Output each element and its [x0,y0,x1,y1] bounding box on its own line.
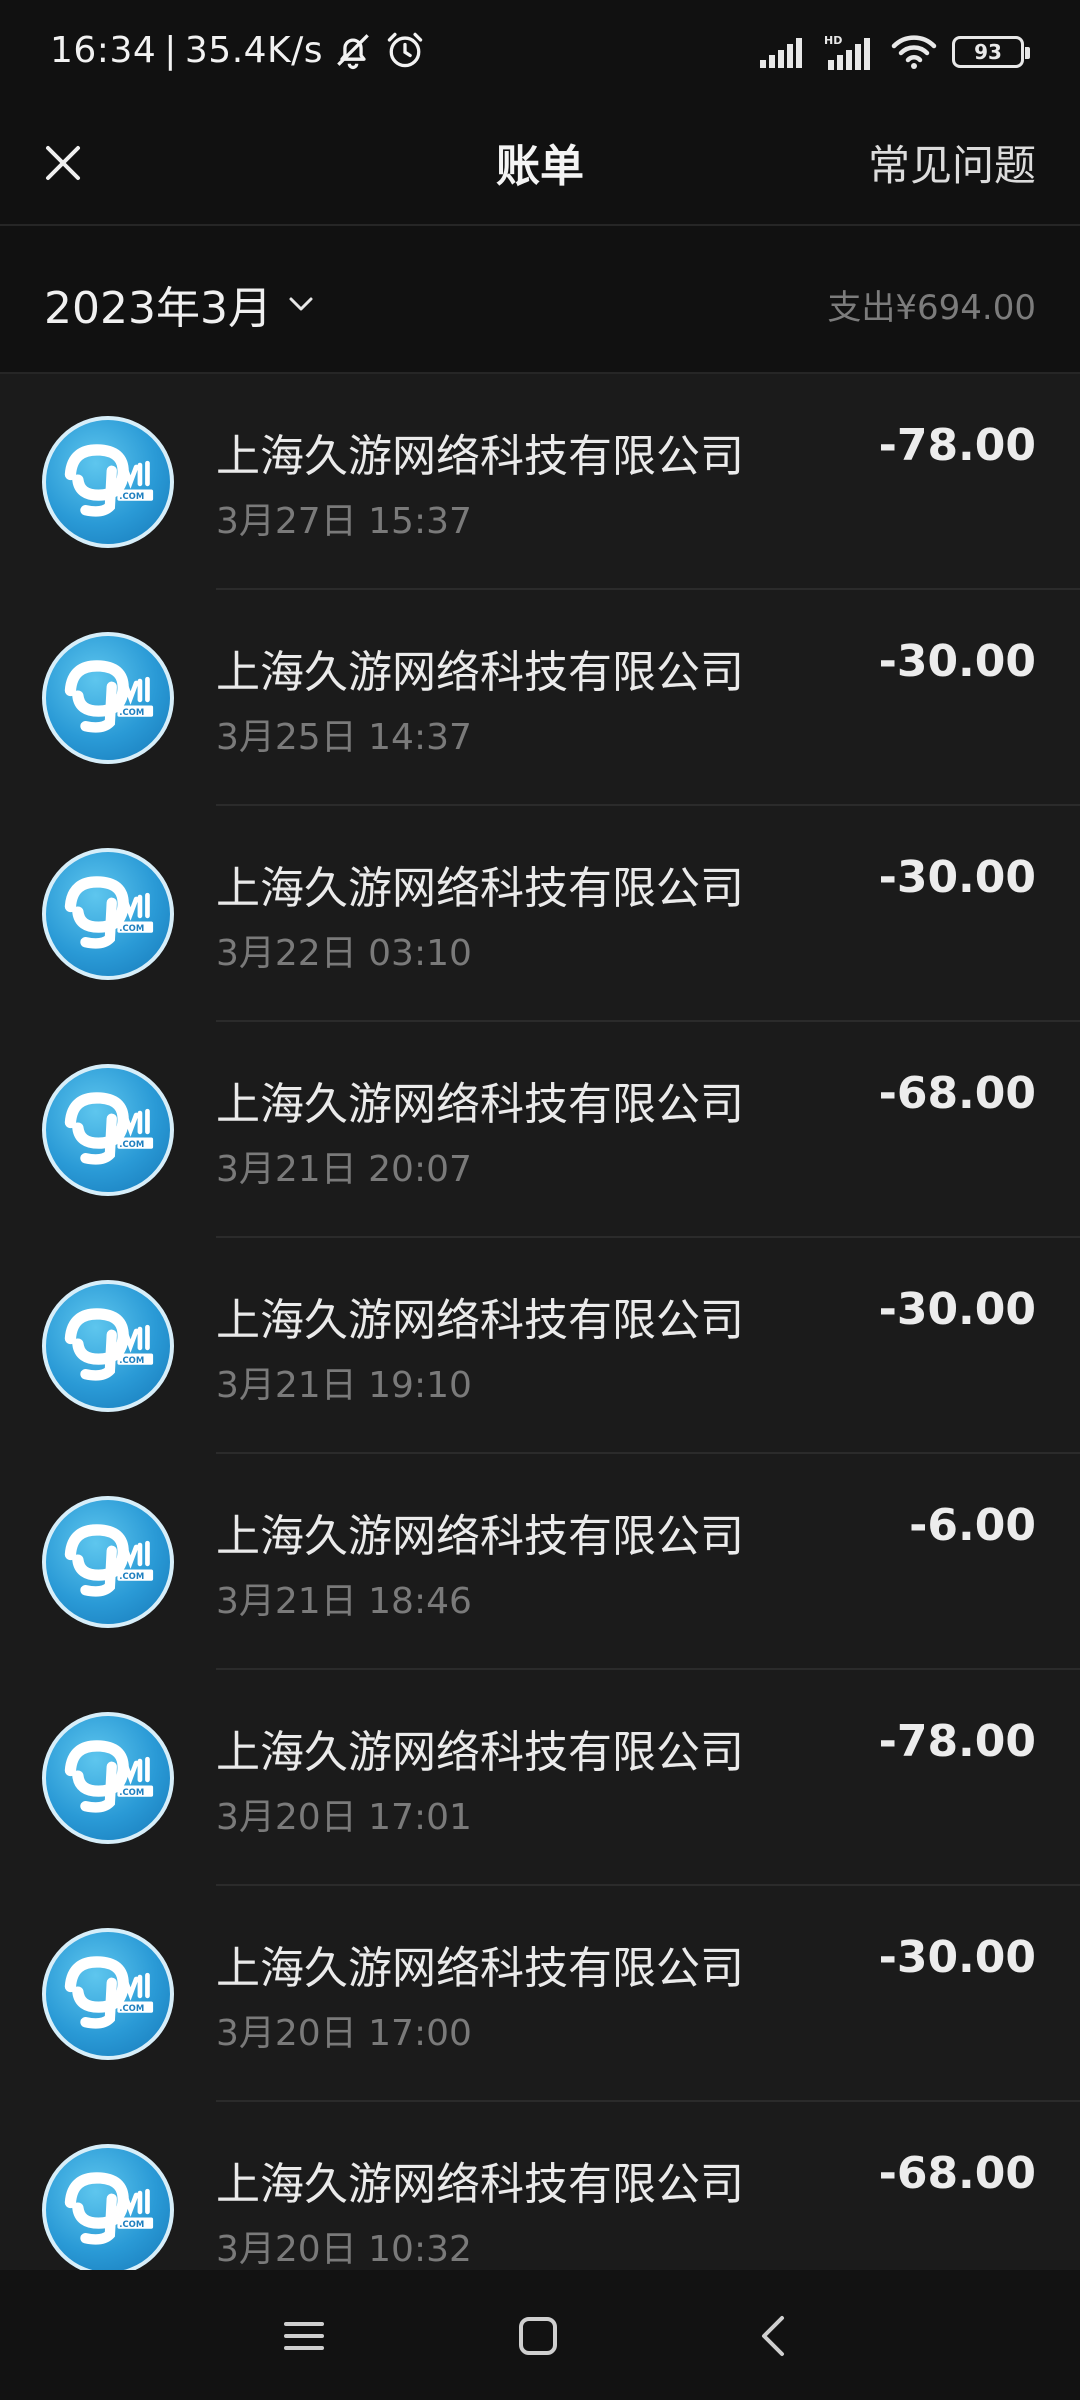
bill-amount: -68.00 [878,2148,1036,2199]
bill-item[interactable]: .COM 上海久游网络科技有限公司 3月25日 14:37 -30.00 [0,590,1080,806]
merchant-logo-icon: .COM [42,1712,174,1844]
month-label: 2023年3月 [44,283,272,334]
bill-item[interactable]: .COM 上海久游网络科技有限公司 3月20日 10:32 -68.00 [0,2102,1080,2270]
merchant-name: 上海久游网络科技有限公司 [216,1943,744,1994]
bill-datetime: 3月27日 15:37 [216,501,472,542]
bill-item[interactable]: .COM 上海久游网络科技有限公司 3月21日 18:46 -6.00 [0,1454,1080,1670]
expense-total: 支出¥694.00 [827,288,1036,328]
back-icon[interactable] [744,2306,804,2366]
bill-amount: -68.00 [878,1068,1036,1119]
merchant-logo-icon: .COM [42,1064,174,1196]
menu-icon[interactable] [274,2306,334,2366]
bill-amount: -30.00 [878,1932,1036,1983]
merchant-logo-icon: .COM [42,1280,174,1412]
bill-item[interactable]: .COM 上海久游网络科技有限公司 3月21日 19:10 -30.00 [0,1238,1080,1454]
merchant-logo-icon: .COM [42,848,174,980]
home-icon[interactable] [508,2306,568,2366]
bill-amount: -6.00 [909,1500,1036,1551]
status-left: 16:34 | 35.4K/s [50,28,427,72]
svg-text:.COM: .COM [119,923,144,933]
bill-item[interactable]: .COM 上海久游网络科技有限公司 3月20日 17:01 -78.00 [0,1670,1080,1886]
merchant-name: 上海久游网络科技有限公司 [216,1511,744,1562]
bill-datetime: 3月21日 18:46 [216,1581,472,1622]
merchant-name: 上海久游网络科技有限公司 [216,647,744,698]
system-nav-bar [0,2270,1080,2400]
month-summary: 2023年3月 支出¥694.00 [0,226,1080,374]
status-bar: 16:34 | 35.4K/s HD 93 [0,0,1080,100]
bill-amount: -78.00 [878,420,1036,471]
merchant-name: 上海久游网络科技有限公司 [216,431,744,482]
svg-text:.COM: .COM [119,1787,144,1797]
bill-datetime: 3月21日 20:07 [216,1149,472,1190]
bill-datetime: 3月20日 17:01 [216,1797,472,1838]
hd-signal-icon: HD [824,34,870,70]
network-speed: 35.4K/s [184,29,324,71]
battery-level: 93 [974,40,1002,64]
chevron-down-icon [289,297,313,311]
merchant-logo-icon: .COM [42,1928,174,2060]
merchant-logo-icon: .COM [42,1496,174,1628]
screen: 16:34 | 35.4K/s HD 93 账单 常见问题 2023年3月 支出… [0,0,1080,2400]
bill-item[interactable]: .COM 上海久游网络科技有限公司 3月20日 17:00 -30.00 [0,1886,1080,2102]
svg-text:HD: HD [824,34,842,47]
merchant-name: 上海久游网络科技有限公司 [216,863,744,914]
bill-datetime: 3月21日 19:10 [216,1365,472,1406]
merchant-logo-icon: .COM [42,416,174,548]
merchant-logo-icon: .COM [42,2144,174,2270]
status-time: 16:34 [50,29,157,71]
bill-datetime: 3月20日 10:32 [216,2229,472,2270]
bill-datetime: 3月20日 17:00 [216,2013,472,2054]
svg-text:.COM: .COM [119,1355,144,1365]
bill-item[interactable]: .COM 上海久游网络科技有限公司 3月21日 20:07 -68.00 [0,1022,1080,1238]
battery-icon: 93 [952,36,1030,68]
svg-text:.COM: .COM [119,2219,144,2229]
bill-datetime: 3月22日 03:10 [216,933,472,974]
merchant-logo-icon: .COM [42,632,174,764]
header: 账单 常见问题 [0,100,1080,226]
close-icon[interactable] [30,130,96,196]
svg-text:.COM: .COM [119,2003,144,2013]
wifi-icon [891,35,937,69]
bill-amount: -30.00 [878,636,1036,687]
merchant-name: 上海久游网络科技有限公司 [216,2159,744,2210]
svg-text:.COM: .COM [119,491,144,501]
bill-item[interactable]: .COM 上海久游网络科技有限公司 3月27日 15:37 -78.00 [0,374,1080,590]
bill-amount: -30.00 [878,852,1036,903]
bill-amount: -78.00 [878,1716,1036,1767]
status-right: HD 93 [760,34,1030,70]
svg-text:.COM: .COM [119,1139,144,1149]
bill-list: .COM 上海久游网络科技有限公司 3月27日 15:37 -78.00 .CO… [0,374,1080,2270]
merchant-name: 上海久游网络科技有限公司 [216,1727,744,1778]
signal-icon [760,38,802,68]
bill-datetime: 3月25日 14:37 [216,717,472,758]
month-selector[interactable]: 2023年3月 [44,272,318,336]
bill-amount: -30.00 [878,1284,1036,1335]
alarm-icon [387,32,423,68]
status-separator: | [164,29,177,71]
svg-text:.COM: .COM [119,1571,144,1581]
merchant-name: 上海久游网络科技有限公司 [216,1079,744,1130]
bill-item[interactable]: .COM 上海久游网络科技有限公司 3月22日 03:10 -30.00 [0,806,1080,1022]
svg-text:.COM: .COM [119,707,144,717]
faq-link[interactable]: 常见问题 [868,132,1036,193]
merchant-name: 上海久游网络科技有限公司 [216,1295,744,1346]
bell-off-icon [337,34,369,70]
